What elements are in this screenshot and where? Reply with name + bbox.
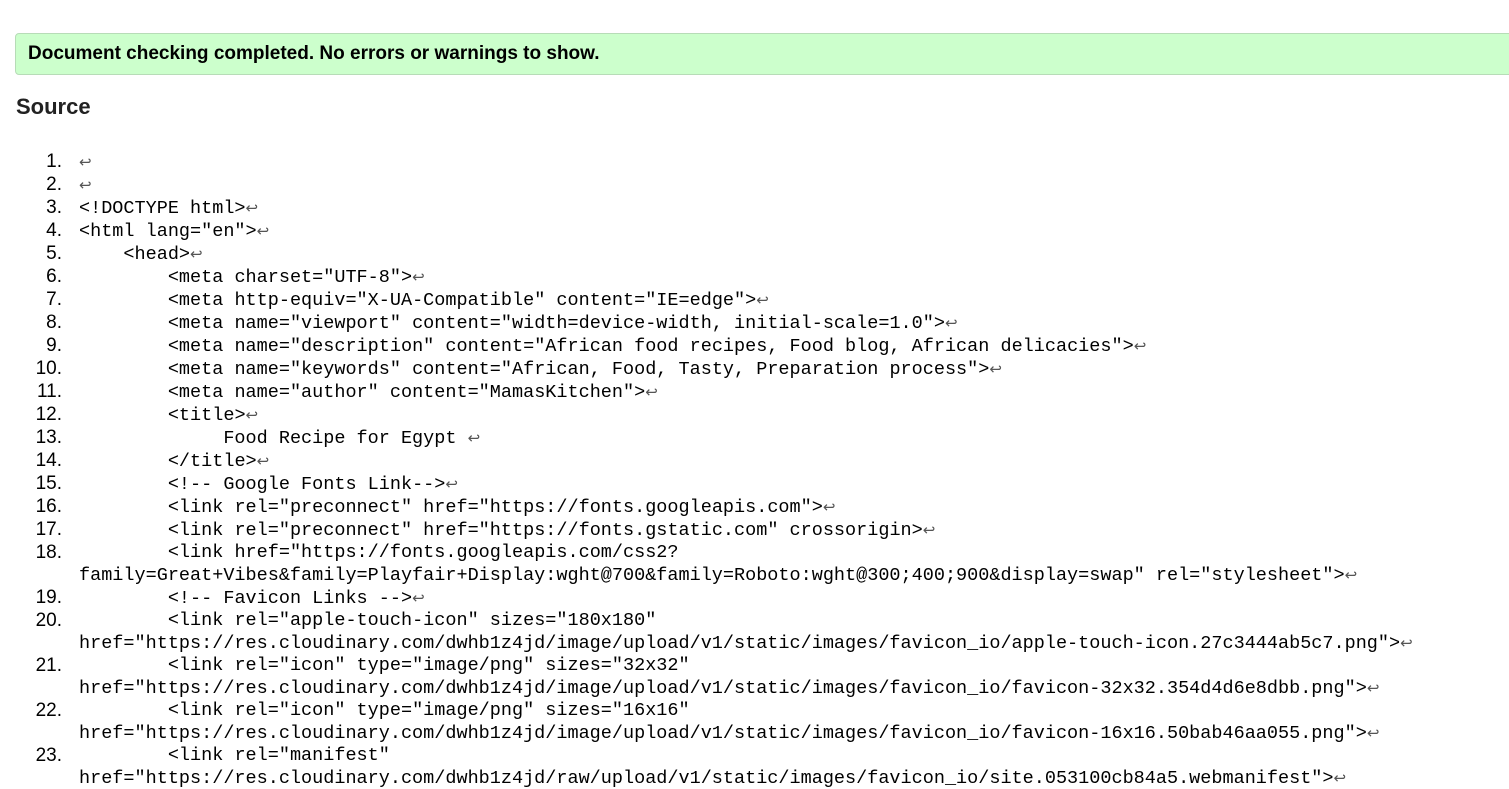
source-line: 23. <link rel="manifest" href="https://r…: [0, 745, 1509, 789]
source-listing: 1. ↩ 2. ↩ 3. <!DOCTYPE html>↩ 4. <html lang="en…: [0, 151, 1509, 789]
line-code: Food Recipe for Egypt: [79, 428, 468, 449]
line-number: 5.: [46, 243, 62, 264]
line-number: 13.: [35, 427, 62, 448]
line-number: 20.: [35, 610, 62, 631]
line-number: 10.: [35, 358, 62, 379]
line-number: 9.: [46, 335, 62, 356]
line-number: 19.: [35, 587, 62, 608]
line-code: <meta name="description" content="Africa…: [79, 336, 1134, 357]
source-line: 3. <!DOCTYPE html>↩: [0, 197, 1509, 220]
source-line: 20. <link rel="apple-touch-icon" sizes="…: [0, 610, 1509, 655]
line-return-icon: ↩: [1366, 724, 1380, 742]
line-code: <!DOCTYPE html>: [79, 198, 246, 219]
line-return-icon: ↩: [467, 429, 481, 447]
line-number: 14.: [35, 450, 62, 471]
source-line: 12. <title>↩: [0, 404, 1509, 427]
source-line: 13. Food Recipe for Egypt ↩: [0, 427, 1509, 450]
line-code: <meta name="author" content="MamasKitche…: [79, 382, 646, 403]
line-code: <link rel="preconnect" href="https://fon…: [79, 520, 923, 541]
success-message: Document checking completed. No errors o…: [28, 43, 600, 64]
line-return-icon: ↩: [412, 268, 425, 286]
line-code: </title>: [79, 451, 257, 472]
line-number: 15.: [35, 473, 62, 494]
line-code: <link rel="apple-touch-icon" sizes="180x…: [79, 610, 1401, 654]
line-code: <link href="https://fonts.googleapis.com…: [79, 542, 1345, 586]
line-return-icon: ↩: [190, 245, 203, 263]
line-code: <meta http-equiv="X-UA-Compatible" conte…: [79, 290, 757, 311]
line-return-icon: ↩: [79, 176, 92, 194]
line-code: <!-- Favicon Links -->: [79, 588, 413, 609]
source-line: 5. <head>↩: [0, 243, 1509, 266]
source-line: 10. <meta name="keywords" content="Afric…: [0, 358, 1509, 381]
line-return-icon: ↩: [445, 475, 458, 493]
line-number: 6.: [46, 266, 62, 287]
source-line: 19. <!-- Favicon Links -->↩: [0, 587, 1509, 610]
source-line: 4. <html lang="en">↩: [0, 220, 1509, 243]
success-banner: Document checking completed. No errors o…: [15, 33, 1509, 75]
line-number: 7.: [46, 289, 62, 310]
line-number: 22.: [35, 700, 62, 721]
line-return-icon: ↩: [989, 360, 1002, 378]
source-line: 11. <meta name="author" content="MamasKi…: [0, 381, 1509, 404]
line-number: 16.: [35, 496, 62, 517]
line-number: 17.: [35, 519, 62, 540]
line-code: <meta charset="UTF-8">: [79, 267, 413, 288]
source-heading: Source: [16, 94, 91, 119]
line-return-icon: ↩: [245, 199, 259, 217]
line-code: <title>: [79, 405, 246, 426]
line-return-icon: ↩: [922, 521, 936, 539]
line-code: <link rel="icon" type="image/png" sizes=…: [79, 655, 1367, 699]
line-return-icon: ↩: [79, 153, 92, 171]
line-code: <link rel="icon" type="image/png" sizes=…: [79, 700, 1367, 744]
source-line: 16. <link rel="preconnect" href="https:/…: [0, 496, 1509, 519]
source-line: 9. <meta name="description" content="Afr…: [0, 335, 1509, 358]
line-return-icon: ↩: [645, 383, 658, 401]
line-code: <link rel="preconnect" href="https://fon…: [79, 497, 823, 518]
source-line: 15. <!-- Google Fonts Link-->↩: [0, 473, 1509, 496]
source-line: 1. ↩: [0, 151, 1509, 174]
line-code: <meta name="viewport" content="width=dev…: [79, 313, 945, 334]
source-line: 14. </title>↩: [0, 450, 1509, 473]
line-number: 21.: [35, 655, 62, 676]
source-line: 7. <meta http-equiv="X-UA-Compatible" co…: [0, 289, 1509, 312]
line-code: <link rel="manifest" href="https://res.c…: [79, 745, 1334, 789]
line-return-icon: ↩: [944, 314, 958, 332]
line-number: 8.: [46, 312, 62, 333]
source-line: 17. <link rel="preconnect" href="https:/…: [0, 519, 1509, 542]
line-return-icon: ↩: [256, 222, 270, 240]
line-return-icon: ↩: [756, 291, 769, 309]
line-return-icon: ↩: [256, 452, 270, 470]
source-line: 21. <link rel="icon" type="image/png" si…: [0, 655, 1509, 700]
line-number: 3.: [46, 197, 62, 218]
line-return-icon: ↩: [1366, 679, 1380, 697]
line-return-icon: ↩: [1133, 337, 1147, 355]
line-number: 18.: [35, 542, 62, 563]
line-return-icon: ↩: [1344, 566, 1358, 584]
line-number: 1.: [46, 151, 62, 172]
source-line: 2. ↩: [0, 174, 1509, 197]
line-code: <meta name="keywords" content="African, …: [79, 359, 990, 380]
line-number: 11.: [36, 381, 62, 402]
line-return-icon: ↩: [1400, 634, 1413, 652]
line-number: 12.: [35, 404, 62, 425]
line-number: 4.: [46, 220, 62, 241]
source-line: 22. <link rel="icon" type="image/png" si…: [0, 700, 1509, 745]
line-return-icon: ↩: [245, 406, 259, 424]
source-line: 6. <meta charset="UTF-8">↩: [0, 266, 1509, 289]
line-return-icon: ↩: [822, 498, 836, 516]
line-return-icon: ↩: [1333, 769, 1347, 787]
line-number: 23.: [35, 745, 62, 766]
line-code: <!-- Google Fonts Link-->: [79, 474, 446, 495]
line-number: 2.: [46, 174, 62, 195]
source-line: 18. <link href="https://fonts.googleapis…: [0, 542, 1509, 587]
source-line: 8. <meta name="viewport" content="width=…: [0, 312, 1509, 335]
line-code: <html lang="en">: [79, 221, 257, 242]
line-code: <head>: [79, 244, 191, 265]
line-return-icon: ↩: [412, 589, 425, 607]
